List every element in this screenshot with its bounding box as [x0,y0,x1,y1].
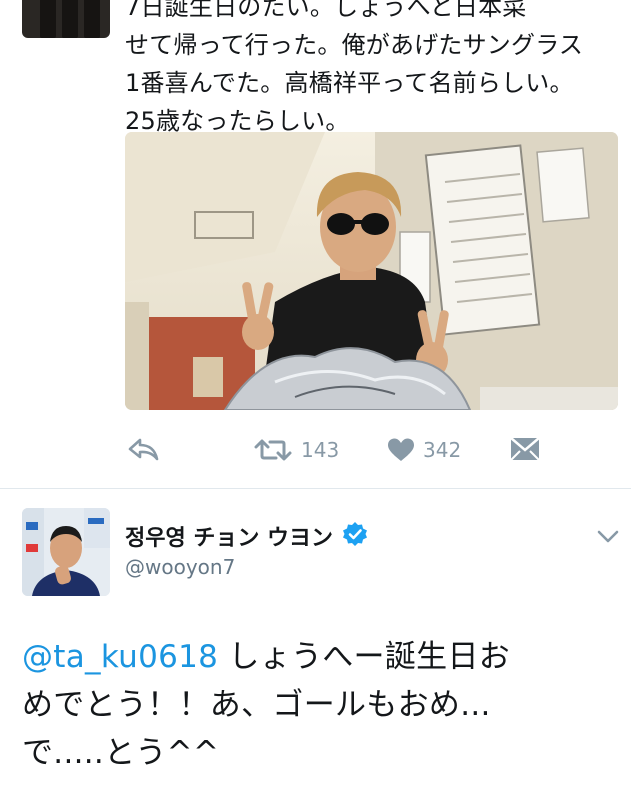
direct-message-icon [510,437,540,461]
avatar-figure [40,0,56,38]
tweet1-text: 7日誕生日のたい。しょうへと日本菜 せて帰って行った。俺があげたサングラス 1番… [125,0,625,140]
retweet-button[interactable]: 143 [253,430,339,470]
display-name[interactable]: 정우영 チョン ウヨン [125,520,333,552]
tweet2-text-line: で.....とう^^ [22,735,220,771]
verified-badge-icon [343,522,368,546]
tweet2-author[interactable]: 정우영 チョン ウヨン [125,520,368,552]
chevron-down-icon [597,530,619,543]
like-button[interactable]: 342 [387,430,461,470]
tweet2-text-line: めでとう！！あ、ゴールもおめ... [22,687,491,723]
avatar-photo [22,508,110,596]
tweet2-text-line: @ta_ku0618 しょうへー誕生日お [22,633,622,681]
tweet2-text-segment: しょうへー誕生日お [218,639,511,675]
tweet-options-button[interactable] [596,528,620,550]
like-count: 342 [423,438,462,462]
mention-link[interactable]: @ta_ku0618 [22,639,218,675]
verified-badge [342,521,368,551]
tweet2-avatar[interactable] [22,508,110,596]
direct-message-button[interactable] [509,430,541,470]
tweet1-text-line: せて帰って行った。俺があげたサングラス [125,31,584,59]
tweet1-avatar[interactable] [22,0,110,38]
tweet1-text-line: 7日誕生日のたい。しょうへと日本菜 [125,0,527,21]
reply-icon [128,438,159,461]
tweet1-actions: 143 342 [125,430,618,470]
like-icon [388,438,414,461]
tweet1-photo[interactable] [125,132,618,410]
avatar-figure [84,0,100,38]
avatar-figure [62,0,78,38]
tweet-divider [0,488,631,489]
retweet-count: 143 [301,438,340,462]
tweet1-text-line: 1番喜んでた。高橋祥平って名前らしい。 [125,69,574,97]
reply-button[interactable] [127,430,161,470]
retweet-icon [254,439,292,461]
photo-illustration [125,132,618,410]
user-handle[interactable]: @wooyon7 [125,555,235,579]
tweet2-text: @ta_ku0618 しょうへー誕生日お めでとう！！あ、ゴールもおめ... で… [22,633,622,777]
